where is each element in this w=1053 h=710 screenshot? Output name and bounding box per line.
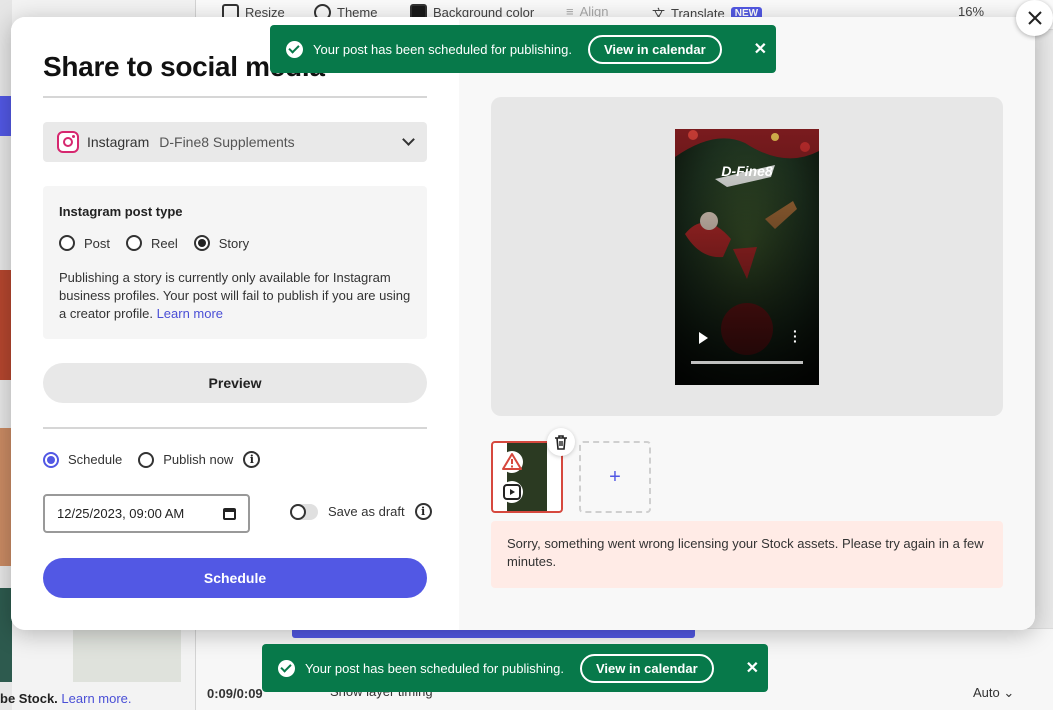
chevron-down-icon <box>402 133 415 146</box>
post-type-title: Instagram post type <box>59 204 183 219</box>
publish-mode-schedule[interactable]: Schedule <box>43 451 122 468</box>
publish-mode-group: Schedule Publish now i <box>43 451 261 468</box>
info-icon[interactable]: i <box>414 503 432 520</box>
post-type-box: Instagram post type Post Reel Story Publ… <box>43 186 427 339</box>
divider <box>43 427 427 429</box>
post-type-reel[interactable]: Reel <box>126 235 178 251</box>
toast-message: Your post has been scheduled for publish… <box>305 660 564 676</box>
timeline-time: 0:09/0:09 <box>207 686 263 701</box>
radio-button[interactable] <box>59 235 75 251</box>
learn-more-link[interactable]: Learn more <box>157 306 223 321</box>
save-as-draft-label: Save as draft <box>328 504 405 519</box>
schedule-button[interactable]: Schedule <box>43 558 427 598</box>
play-icon[interactable] <box>699 332 708 344</box>
post-type-post[interactable]: Post <box>59 235 110 251</box>
preview-area: D-Fine8 · · · <box>491 97 1003 416</box>
post-type-description: Publishing a story is currently only ava… <box>59 270 411 321</box>
close-icon <box>1027 11 1042 25</box>
warning-icon <box>501 451 523 473</box>
radio-button-checked[interactable] <box>43 451 59 468</box>
radio-button[interactable] <box>126 235 143 251</box>
story-preview-video[interactable]: D-Fine8 · · · <box>675 129 819 385</box>
radio-button[interactable] <box>138 451 155 468</box>
post-type-radio-group: Post Reel Story <box>59 235 411 251</box>
publish-mode-now[interactable]: Publish now <box>138 451 233 468</box>
datetime-input[interactable]: 12/25/2023, 09:00 AM <box>43 494 250 533</box>
success-toast: Your post has been scheduled for publish… <box>262 644 768 692</box>
add-media-button[interactable]: + <box>579 441 651 513</box>
trash-icon <box>555 435 567 450</box>
plus-icon: + <box>609 465 621 488</box>
save-as-draft-toggle[interactable] <box>290 503 318 520</box>
check-circle-icon <box>286 40 303 58</box>
share-modal: Share to social media Instagram D-Fine8 … <box>11 17 1035 630</box>
error-message: Sorry, something went wrong licensing yo… <box>491 521 1003 588</box>
toast-message: Your post has been scheduled for publish… <box>313 41 572 57</box>
svg-text:D-Fine8: D-Fine8 <box>721 163 773 179</box>
check-circle-icon <box>278 659 295 677</box>
video-progress-bar[interactable] <box>691 361 803 364</box>
share-settings-panel: Share to social media Instagram D-Fine8 … <box>11 17 459 630</box>
timeline-track[interactable] <box>292 630 695 638</box>
view-in-calendar-button[interactable]: View in calendar <box>587 34 722 64</box>
post-type-story[interactable]: Story <box>193 235 249 251</box>
speed-select[interactable]: Auto ⌄ <box>973 685 1014 701</box>
divider <box>43 96 427 98</box>
account-name: D-Fine8 Supplements <box>159 134 295 150</box>
instagram-icon <box>57 131 79 153</box>
toast-close-icon[interactable]: ✕ <box>746 658 759 678</box>
account-platform: Instagram <box>87 134 150 150</box>
preview-panel: D-Fine8 · · · + Sorry, something went wron… <box>459 17 1035 630</box>
stock-learn-more-link[interactable]: Learn more. <box>61 691 131 706</box>
preview-button[interactable]: Preview <box>43 363 427 403</box>
more-vertical-icon[interactable]: · · · <box>793 324 798 348</box>
stock-footer: be Stock. Learn more. <box>0 691 132 706</box>
video-icon <box>501 481 523 503</box>
editor-thumb[interactable] <box>73 628 181 682</box>
info-icon[interactable]: i <box>243 451 261 468</box>
success-toast: Your post has been scheduled for publish… <box>270 25 776 73</box>
save-as-draft-row: Save as draft i <box>290 503 432 520</box>
toast-close-icon[interactable]: ✕ <box>754 39 767 59</box>
delete-media-button[interactable] <box>547 428 575 456</box>
view-in-calendar-button[interactable]: View in calendar <box>579 653 714 683</box>
calendar-icon[interactable] <box>223 507 236 520</box>
account-select[interactable]: Instagram D-Fine8 Supplements <box>43 122 427 162</box>
close-button[interactable] <box>1016 0 1053 36</box>
radio-button-checked[interactable] <box>193 235 210 251</box>
